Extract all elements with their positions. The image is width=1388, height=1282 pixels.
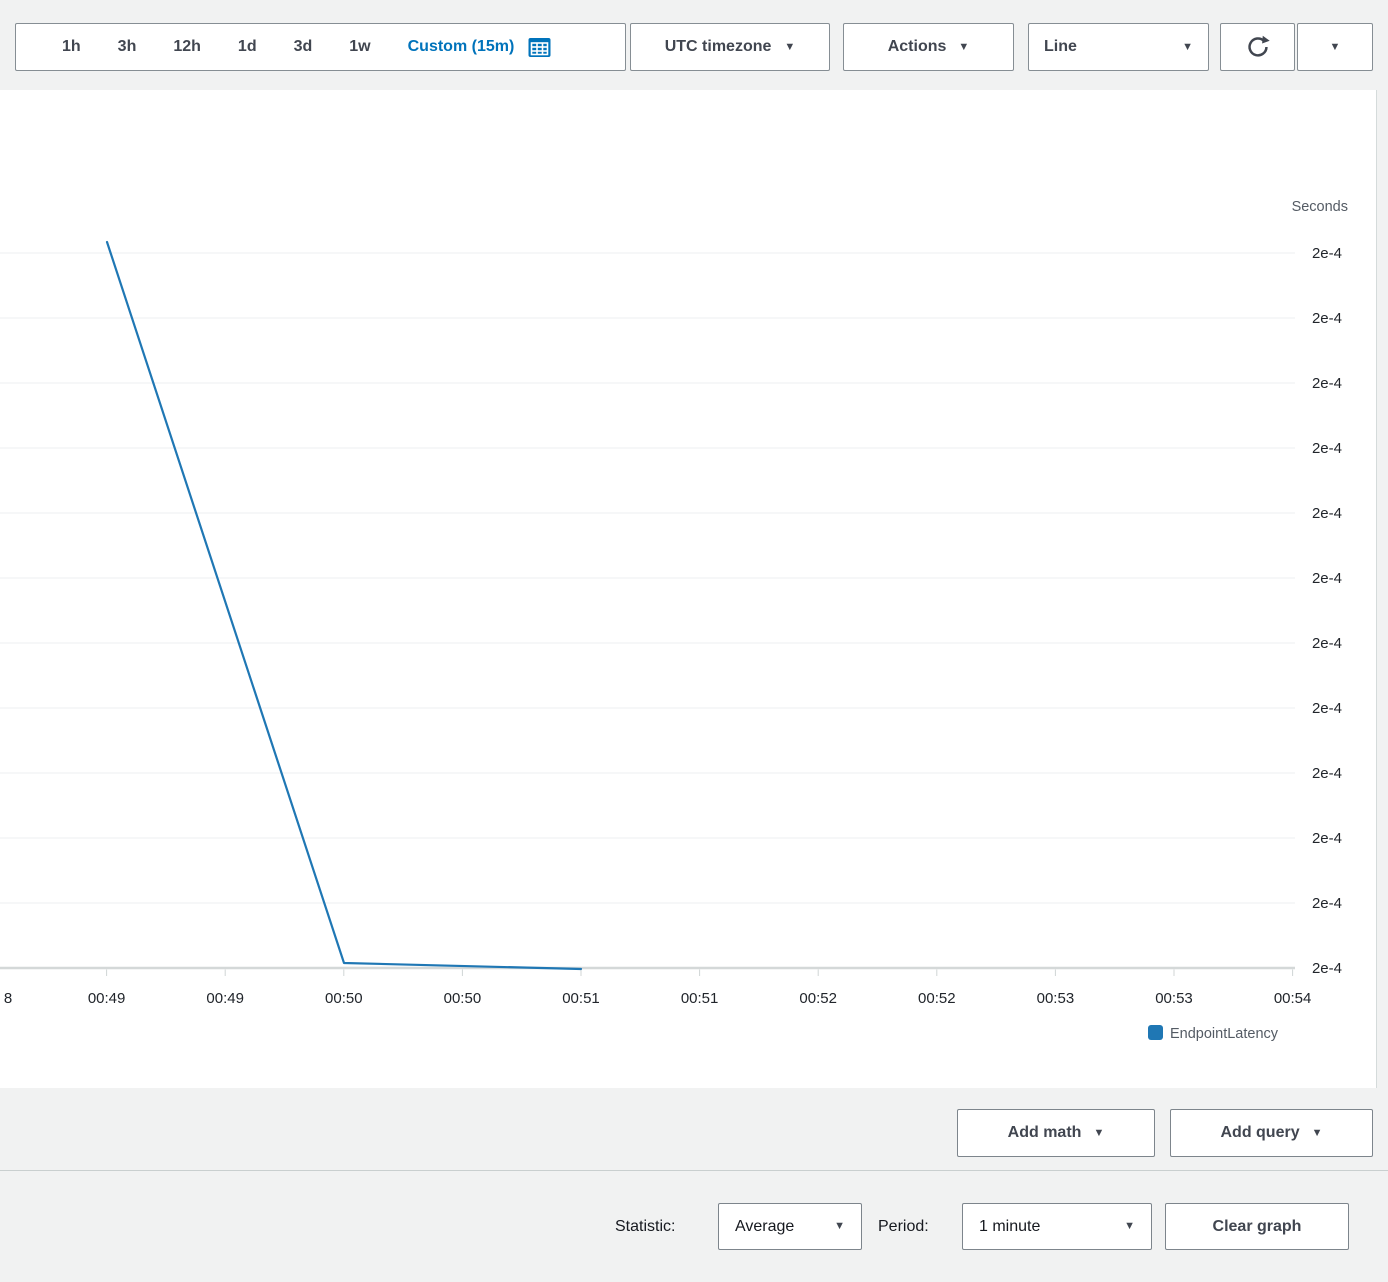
refresh-button[interactable] (1220, 23, 1295, 71)
chevron-down-icon: ▼ (1093, 1128, 1104, 1139)
x-tick-label: 00:50 (444, 990, 482, 1007)
actions-dropdown-label: Actions (888, 38, 947, 56)
period-label: Period: (878, 1203, 929, 1250)
y-tick-label: 2e-4 (1312, 505, 1342, 522)
y-tick-label: 2e-4 (1312, 310, 1342, 327)
x-tick-label: 00:53 (1037, 990, 1075, 1007)
refresh-options-dropdown-button[interactable]: ▼ (1297, 23, 1373, 71)
metric-chart-card: 2e-4 2e-4 2e-4 2e-4 2e-4 2e-4 2e-4 2e-4 2e-4 2e-4… (0, 90, 1377, 1088)
chevron-down-icon: ▼ (834, 1221, 845, 1232)
time-range-group: 1h 3h 12h 1d 3d 1w Custom (15m) (15, 23, 626, 71)
calendar-icon[interactable] (528, 37, 551, 58)
add-query-label: Add query (1220, 1124, 1299, 1142)
chevron-down-icon: ▼ (1182, 42, 1193, 53)
x-tick-label: 00:52 (799, 990, 837, 1007)
add-query-button[interactable]: Add query ▼ (1170, 1109, 1373, 1157)
time-range-1h[interactable]: 1h (62, 38, 81, 56)
legend-label: EndpointLatency (1170, 1026, 1279, 1042)
x-tick-label: 00:51 (681, 990, 719, 1007)
y-tick-label: 2e-4 (1312, 895, 1342, 912)
add-math-button[interactable]: Add math ▼ (957, 1109, 1155, 1157)
refresh-icon (1245, 34, 1271, 60)
metric-line-chart[interactable]: 2e-4 2e-4 2e-4 2e-4 2e-4 2e-4 2e-4 2e-4 2e-4 2e-4… (0, 90, 1377, 1088)
statistic-label: Statistic: (615, 1203, 675, 1250)
time-range-3h[interactable]: 3h (118, 38, 137, 56)
period-select[interactable]: 1 minute ▼ (962, 1203, 1152, 1250)
custom-time-range-link[interactable]: Custom (15m) (408, 38, 515, 56)
y-tick-label: 2e-4 (1312, 830, 1342, 847)
x-tick-label: 8 (4, 990, 12, 1007)
clear-graph-button[interactable]: Clear graph (1165, 1203, 1349, 1250)
chart-type-selected-value: Line (1044, 38, 1077, 56)
timezone-dropdown-label: UTC timezone (665, 38, 772, 56)
add-math-label: Add math (1008, 1124, 1082, 1142)
x-tick-label: 00:52 (918, 990, 956, 1007)
y-tick-label: 2e-4 (1312, 570, 1342, 587)
x-tick-label: 00:49 (88, 990, 126, 1007)
timezone-dropdown[interactable]: UTC timezone ▼ (630, 23, 830, 71)
chevron-down-icon: ▼ (784, 42, 795, 53)
x-tick-label: 00:49 (206, 990, 244, 1007)
footer-divider (0, 1170, 1388, 1171)
time-range-12h[interactable]: 12h (173, 38, 201, 56)
y-tick-label: 2e-4 (1312, 700, 1342, 717)
y-tick-label: 2e-4 (1312, 440, 1342, 457)
x-tick-label: 00:51 (562, 990, 600, 1007)
legend-swatch (1148, 1025, 1163, 1040)
chevron-down-icon: ▼ (1330, 42, 1341, 53)
cloudwatch-metric-graph-page: { "toolbar": { "time_ranges": ["1h", "3h… (0, 0, 1388, 1282)
period-selected-value: 1 minute (979, 1218, 1040, 1236)
chevron-down-icon: ▼ (1124, 1221, 1135, 1232)
legend-item[interactable]: EndpointLatency (1148, 1025, 1279, 1042)
actions-dropdown[interactable]: Actions ▼ (843, 23, 1014, 71)
y-tick-label: 2e-4 (1312, 375, 1342, 392)
x-tick-label: 00:50 (325, 990, 363, 1007)
x-tick-label: 00:53 (1155, 990, 1193, 1007)
calendar-icon-svg (528, 37, 551, 58)
chart-type-select[interactable]: Line ▼ (1028, 23, 1209, 71)
chevron-down-icon: ▼ (958, 42, 969, 53)
statistic-select[interactable]: Average ▼ (718, 1203, 862, 1250)
clear-graph-label: Clear graph (1213, 1218, 1302, 1236)
chevron-down-icon: ▼ (1312, 1128, 1323, 1139)
y-tick-label: 2e-4 (1312, 960, 1342, 977)
series-line-endpointlatency (107, 242, 581, 969)
y-axis-unit-label: Seconds (1292, 199, 1348, 215)
y-tick-label: 2e-4 (1312, 245, 1342, 262)
time-range-1d[interactable]: 1d (238, 38, 257, 56)
y-tick-label: 2e-4 (1312, 635, 1342, 652)
x-tick-label: 00:54 (1274, 990, 1312, 1007)
time-range-3d[interactable]: 3d (294, 38, 313, 56)
y-tick-label: 2e-4 (1312, 765, 1342, 782)
statistic-selected-value: Average (735, 1218, 794, 1236)
time-range-1w[interactable]: 1w (349, 38, 370, 56)
